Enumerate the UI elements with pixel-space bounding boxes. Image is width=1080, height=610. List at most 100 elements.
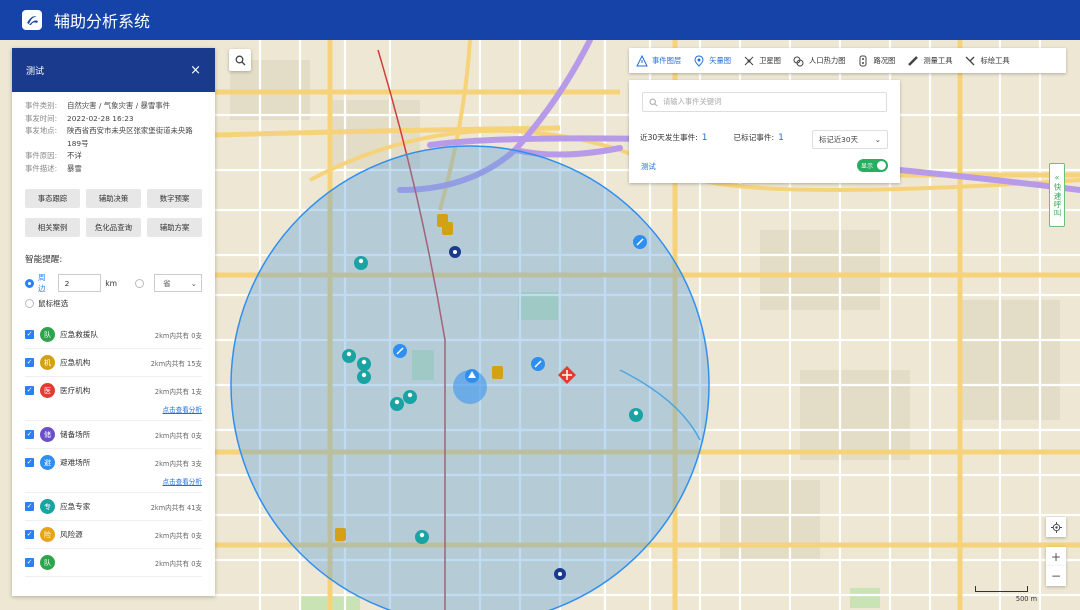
expert-marker[interactable] [629,408,643,422]
shelter-marker[interactable] [465,369,479,383]
info-value: 2022-02-28 16:23 [67,113,134,123]
list-item: ✓ 队 2km内共有 0支 [25,549,202,577]
tool-heatmap[interactable]: 人口热力图 [792,54,845,67]
app-title: 辅助分析系统 [54,12,151,31]
info-row: 事发地点: 陕西省西安市未央区张家堡街道未央路189号 [25,125,202,150]
radius-row: 周边 2 km 省 ⌄ [25,273,202,293]
close-icon[interactable]: × [190,63,201,78]
ruler-icon [906,54,919,67]
list-item: ✓ 机 应急机构 2km内共有 15支 [25,349,202,377]
tool-measure[interactable]: 测量工具 [906,54,953,67]
list-item: ✓ 医 医疗机构 2km内共有 1支 点击查看分析 [25,377,202,421]
location-marker[interactable] [554,568,566,580]
expert-marker[interactable] [415,530,429,544]
cases-button[interactable]: 相关案例 [25,218,80,237]
map-pin-icon [692,54,705,67]
radius-input[interactable]: 2 [57,274,102,292]
info-key: 事发地点: [25,126,58,135]
tool-event-layer[interactable]: 事件图层 [635,54,681,67]
info-value: 不详 [67,151,82,160]
checkbox[interactable]: ✓ [25,430,34,439]
double-chevron-icon: « [1054,172,1060,182]
checkbox[interactable]: ✓ [25,502,34,511]
item-count: 2km内共有 3支 [154,459,202,468]
team-icon: 队 [40,555,55,570]
panel-title: 测试 [26,66,45,77]
decision-button[interactable]: 辅助决策 [86,189,141,208]
checkbox[interactable]: ✓ [25,358,34,367]
quick-call-label: 快速呼叫 [1053,182,1062,218]
radius-radio[interactable] [25,278,34,288]
agency-marker[interactable] [442,222,453,235]
tool-satellite[interactable]: 卫星图 [742,54,781,67]
zoom-in-button[interactable]: + [1046,547,1066,567]
list-item: ✓ 险 风险源 2km内共有 0支 [25,521,202,549]
track-button[interactable]: 事态跟踪 [25,189,80,208]
storage-icon: 储 [40,427,55,442]
scheme-button[interactable]: 辅助方案 [147,218,202,237]
locate-button[interactable] [1046,517,1066,537]
list-item: ✓ 避 避难场所 2km内共有 3支 点击查看分析 [25,449,202,493]
checkbox[interactable]: ✓ [25,530,34,539]
action-buttons: 事态跟踪 辅助决策 数字预案 相关案例 危化品查询 辅助方案 [12,175,215,237]
item-count: 2km内共有 0支 [154,331,202,340]
checkbox[interactable]: ✓ [25,458,34,467]
checkbox[interactable]: ✓ [25,330,34,339]
info-key: 事件描述: [25,163,58,173]
medical-icon: 医 [40,383,55,398]
period-select[interactable]: 标记近30天 ⌄ [812,130,888,149]
item-count: 2km内共有 1支 [154,387,202,396]
item-count: 2km内共有 41支 [150,503,202,512]
tool-plot[interactable]: 标绘工具 [964,54,1010,67]
event-search-input[interactable]: 请输入事件关键词 [642,92,887,112]
agency-marker[interactable] [492,366,503,379]
region-select[interactable]: 省 ⌄ [154,274,202,292]
expert-marker[interactable] [403,390,417,404]
event-link[interactable]: 测试 [641,161,656,172]
shelter-marker[interactable] [393,344,407,358]
tool-label: 矢量图 [709,55,732,65]
tool-traffic[interactable]: 路况图 [856,54,895,67]
view-analysis-link[interactable]: 点击查看分析 [25,476,202,486]
toggle-label: 显示 [861,163,874,170]
heat-icon [792,54,805,67]
chevron-down-icon: ⌄ [874,135,881,144]
resource-list: ✓ 队 应急救援队 2km内共有 0支 ✓ 机 应急机构 2km内共有 15支 … [12,313,215,577]
item-name: 医疗机构 [60,386,91,395]
box-select-radio[interactable] [25,298,34,308]
agency-marker[interactable] [335,528,346,541]
shelter-marker[interactable] [531,357,545,371]
zoom-out-button[interactable]: − [1046,566,1066,586]
location-marker[interactable] [449,246,461,258]
recent-count: 1 [701,132,708,143]
region-radio[interactable] [135,278,145,288]
quick-call-button[interactable]: « 快速呼叫 [1049,163,1065,227]
shelter-marker[interactable] [633,235,647,249]
info-value: 自然灾害 / 气象灾害 / 暴雪事件 [67,101,171,110]
app-logo [22,10,42,30]
expert-marker[interactable] [357,357,371,371]
item-count: 2km内共有 0支 [154,431,202,440]
watermark: 大数跨境 [14,579,83,598]
hazmat-button[interactable]: 危化品查询 [86,218,141,237]
chevron-down-icon: ⌄ [190,278,197,288]
event-info: 事件类别: 自然灾害 / 气象灾害 / 暴雪事件 事发时间: 2022-02-28 … [12,92,215,175]
expert-marker[interactable] [342,349,356,363]
view-analysis-link[interactable]: 点击查看分析 [25,404,202,414]
map-search-button[interactable] [229,49,251,71]
expert-marker[interactable] [390,397,404,411]
expert-marker[interactable] [354,256,368,270]
show-toggle[interactable]: 显示 [857,159,888,172]
expert-marker[interactable] [357,370,371,384]
box-select-row: 鼠标框选 [25,293,202,313]
scale-label: 500 m [1015,595,1037,603]
plan-button[interactable]: 数字预案 [147,189,202,208]
tool-label: 人口热力图 [808,55,846,65]
range-options: 周边 2 km 省 ⌄ 鼠标框选 [12,265,215,313]
tool-label: 测量工具 [923,55,953,65]
checkbox[interactable]: ✓ [25,386,34,395]
tool-vector-map[interactable]: 矢量图 [692,54,731,67]
checkbox[interactable]: ✓ [25,558,34,567]
item-name: 储备场所 [60,430,91,439]
radius-label: 周边 [38,273,46,293]
